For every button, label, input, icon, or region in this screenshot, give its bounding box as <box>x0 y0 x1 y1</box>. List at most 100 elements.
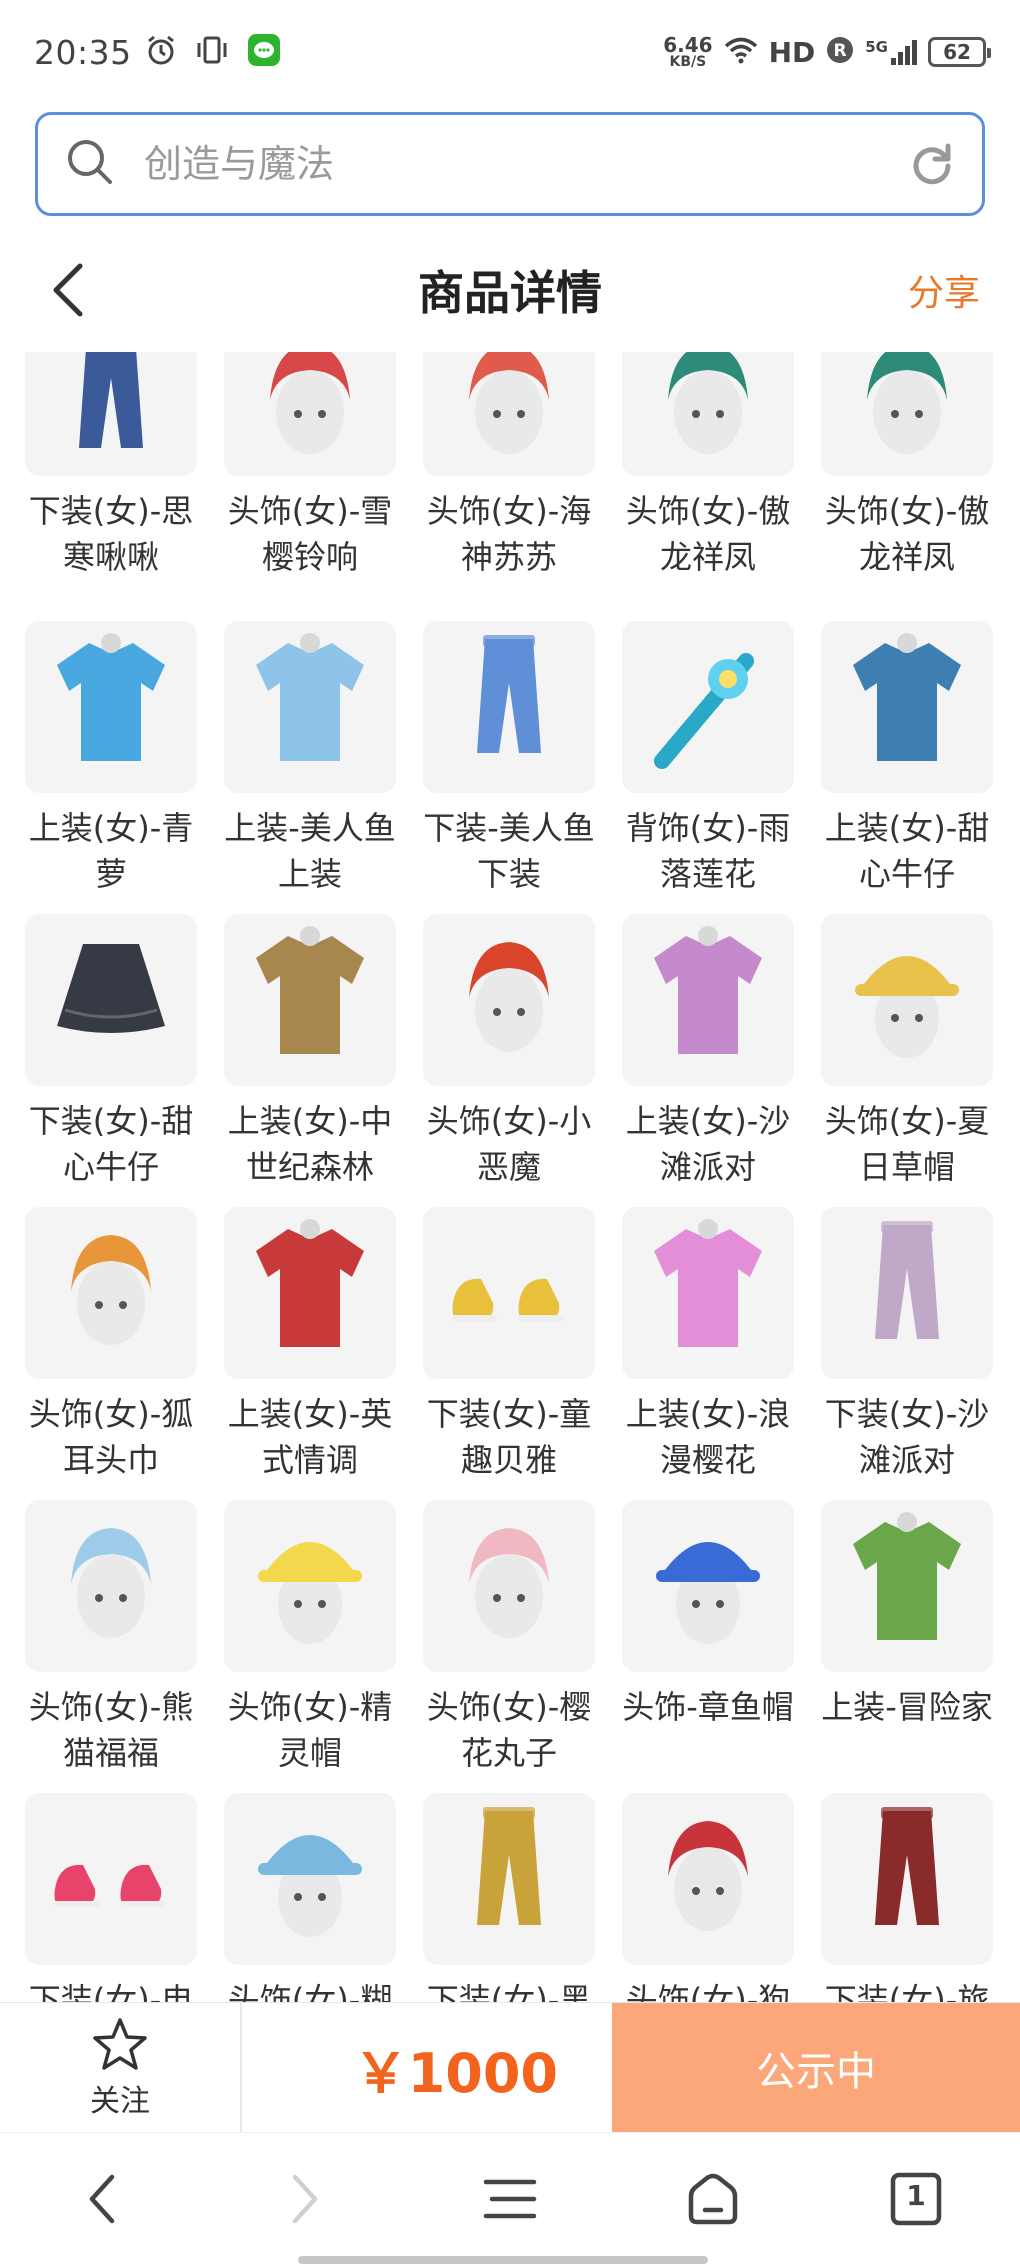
product-item[interactable]: 头饰(女)-狐耳头巾 <box>25 1207 197 1500</box>
product-thumbnail <box>821 621 993 793</box>
hat-icon <box>656 1542 760 1644</box>
product-item[interactable]: 头饰(女)-糊涂睡帽 <box>224 1793 396 2002</box>
product-thumbnail <box>423 352 595 476</box>
product-thumbnail <box>821 1793 993 1965</box>
product-thumbnail <box>224 1793 396 1965</box>
product-item[interactable]: 头饰(女)-精灵帽 <box>224 1500 396 1793</box>
share-button[interactable]: 分享 <box>908 264 980 316</box>
product-item[interactable]: 上装(女)-浪漫樱花 <box>622 1207 794 1500</box>
product-item[interactable]: 头饰(女)-小恶魔 <box>423 914 595 1207</box>
star-icon <box>93 2018 147 2070</box>
product-item[interactable]: 上装-美人鱼上装 <box>224 621 396 914</box>
top-icon <box>853 633 961 761</box>
refresh-icon[interactable] <box>908 138 956 190</box>
product-item[interactable]: 上装(女)-英式情调 <box>224 1207 396 1500</box>
product-name: 下装(女)-沙滩派对 <box>824 1395 990 1479</box>
product-name: 下装(女)-甜心牛仔 <box>28 1102 194 1186</box>
product-name: 头饰(女)-熊猫福福 <box>28 1688 194 1772</box>
chevron-right-icon <box>292 2174 318 2224</box>
price-area: ￥1000 <box>242 2003 612 2133</box>
product-thumbnail <box>423 1793 595 1965</box>
page-header: 商品详情 分享 <box>0 240 1020 340</box>
item-grid: 下装(女)-思寒啾啾 头饰(女)-雪樱铃响 头饰(女)-海神苏苏 头饰(女)-傲龙祥凤… <box>25 352 1000 2002</box>
product-item[interactable]: 头饰(女)-傲龙祥凤 <box>622 352 794 621</box>
product-thumbnail <box>622 1793 794 1965</box>
product-name: 下装(女)-童趣贝雅 <box>426 1395 592 1479</box>
nav-menu-button[interactable] <box>480 2169 540 2229</box>
product-item[interactable]: 头饰(女)-熊猫福福 <box>25 1500 197 1793</box>
product-thumbnail <box>224 914 396 1086</box>
battery-indicator: 62 <box>928 37 991 67</box>
product-name: 下装(女)-旅途之星 <box>824 1981 990 2002</box>
product-item[interactable]: 上装(女)-青萝 <box>25 621 197 914</box>
search-input[interactable] <box>144 142 908 186</box>
follow-button[interactable]: 关注 <box>0 2003 242 2133</box>
product-item[interactable]: 上装(女)-中世纪森林 <box>224 914 396 1207</box>
product-item[interactable]: 头饰(女)-狗狗耳 <box>622 1793 794 2002</box>
product-name: 头饰(女)-海神苏苏 <box>426 492 592 576</box>
product-item[interactable]: 下装(女)-黑夜传说・精 <box>423 1793 595 2002</box>
product-item[interactable]: 下装(女)-电音少女 <box>25 1793 197 2002</box>
product-item[interactable]: 头饰(女)-傲龙祥凤 <box>821 352 993 621</box>
product-thumbnail <box>622 914 794 1086</box>
product-name: 头饰-章鱼帽 <box>622 1688 794 1726</box>
product-thumbnail <box>25 1500 197 1672</box>
product-item[interactable]: 下装(女)-思寒啾啾 <box>25 352 197 621</box>
product-name: 上装-美人鱼上装 <box>224 809 396 893</box>
nav-tabs-button[interactable]: 1 <box>886 2169 946 2229</box>
product-thumbnail <box>25 1207 197 1379</box>
product-item[interactable]: 头饰(女)-夏日草帽 <box>821 914 993 1207</box>
product-thumbnail <box>622 621 794 793</box>
product-thumbnail <box>821 1500 993 1672</box>
product-item[interactable]: 上装(女)-沙滩派对 <box>622 914 794 1207</box>
product-name: 头饰(女)-夏日草帽 <box>824 1102 990 1186</box>
status-time: 20:35 <box>34 32 132 72</box>
product-thumbnail <box>25 1793 197 1965</box>
publicity-status-button[interactable]: 公示中 <box>612 2003 1020 2133</box>
product-thumbnail <box>25 621 197 793</box>
product-item[interactable]: 下装(女)-沙滩派对 <box>821 1207 993 1500</box>
product-item[interactable]: 头饰(女)-海神苏苏 <box>423 352 595 621</box>
product-name: 背饰(女)-雨落莲花 <box>625 809 791 893</box>
item-grid-viewport[interactable]: 下装(女)-思寒啾啾 头饰(女)-雪樱铃响 头饰(女)-海神苏苏 头饰(女)-傲龙祥凤… <box>0 352 1020 2002</box>
product-item[interactable]: 头饰-章鱼帽 <box>622 1500 794 1793</box>
product-name: 头饰(女)-小恶魔 <box>426 1102 592 1186</box>
product-thumbnail <box>224 1500 396 1672</box>
wifi-icon <box>723 35 759 69</box>
product-item[interactable]: 头饰(女)-樱花丸子 <box>423 1500 595 1793</box>
product-item[interactable]: 头饰(女)-雪樱铃响 <box>224 352 396 621</box>
back-accessory-icon <box>654 653 754 769</box>
registered-icon: R <box>825 35 855 69</box>
hat-icon <box>855 956 959 1058</box>
product-thumbnail <box>622 1500 794 1672</box>
search-bar[interactable] <box>35 112 985 216</box>
nav-forward-button[interactable] <box>275 2169 335 2229</box>
product-thumbnail <box>821 352 993 476</box>
shoes-icon <box>452 1278 563 1321</box>
top-icon <box>853 1512 961 1640</box>
product-item[interactable]: 下装(女)-甜心牛仔 <box>25 914 197 1207</box>
product-item[interactable]: 下装-美人鱼下装 <box>423 621 595 914</box>
product-item[interactable]: 上装-冒险家 <box>821 1500 993 1793</box>
product-name: 上装(女)-英式情调 <box>227 1395 393 1479</box>
pants-icon <box>875 1221 939 1339</box>
page-title: 商品详情 <box>418 266 602 320</box>
product-item[interactable]: 上装(女)-甜心牛仔 <box>821 621 993 914</box>
nav-back-button[interactable] <box>72 2169 132 2229</box>
home-icon <box>688 2173 738 2225</box>
nav-home-button[interactable] <box>683 2169 743 2229</box>
product-item[interactable]: 下装(女)-童趣贝雅 <box>423 1207 595 1500</box>
product-name: 上装(女)-中世纪森林 <box>227 1102 393 1186</box>
top-icon <box>57 633 165 761</box>
product-item[interactable]: 背饰(女)-雨落莲花 <box>622 621 794 914</box>
hat-icon <box>258 1835 362 1937</box>
headwear-icon <box>469 942 549 1052</box>
product-item[interactable]: 下装(女)-旅途之星 <box>821 1793 993 2002</box>
price: ￥1000 <box>353 2041 558 2105</box>
top-icon <box>256 1219 364 1347</box>
network-speed: 6.46 KB/S <box>663 33 713 70</box>
product-thumbnail <box>821 914 993 1086</box>
product-name: 上装(女)-甜心牛仔 <box>824 809 990 893</box>
product-thumbnail <box>423 1207 595 1379</box>
vibrate-icon <box>194 33 230 71</box>
